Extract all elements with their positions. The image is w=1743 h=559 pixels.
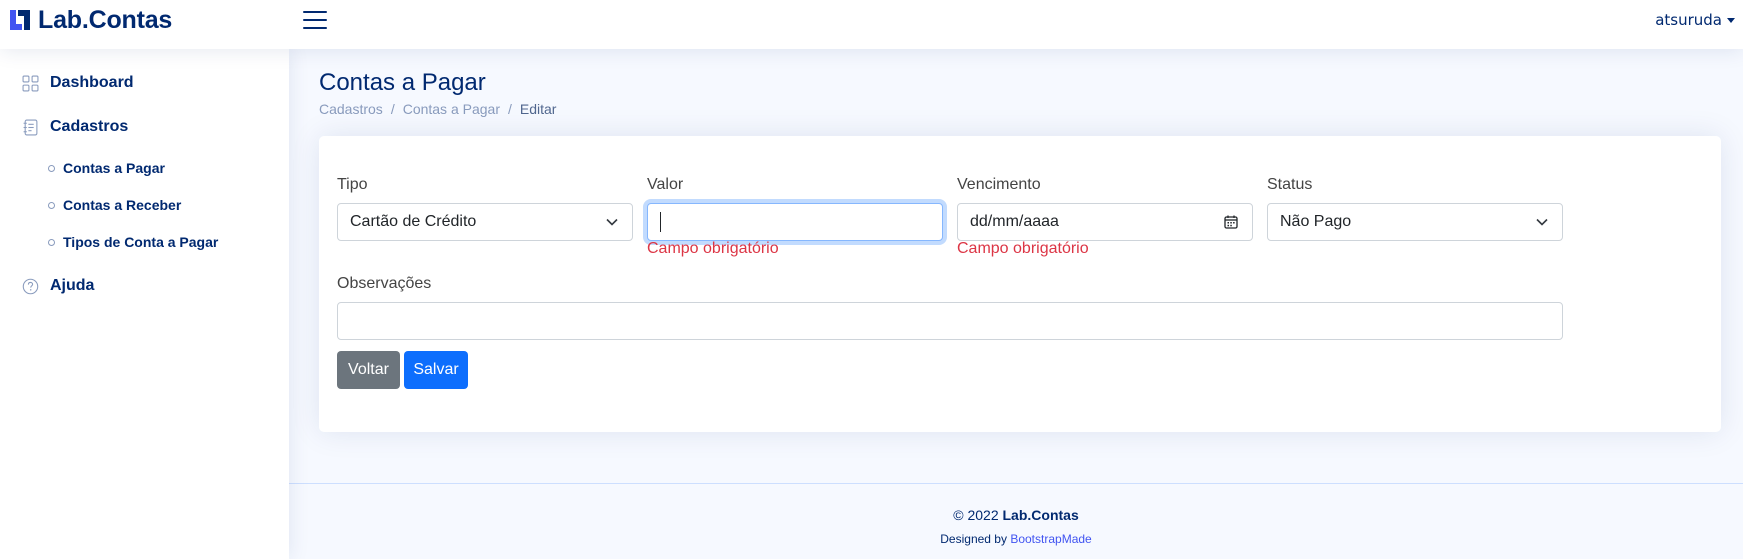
chevron-down-icon [606, 218, 618, 226]
sidebar-item-label: Ajuda [50, 277, 95, 294]
designed-by-text: Designed by [940, 532, 1007, 546]
text-cursor [660, 212, 661, 232]
vencimento-error: Campo obrigatório [957, 240, 1089, 257]
user-name: atsuruda [1655, 11, 1722, 29]
breadcrumb-separator: / [390, 101, 395, 117]
voltar-button[interactable]: Voltar [337, 351, 400, 389]
caret-down-icon [1727, 17, 1735, 23]
vencimento-date-input[interactable]: dd/mm/aaaa [957, 203, 1253, 241]
vencimento-placeholder: dd/mm/aaaa [970, 213, 1059, 230]
breadcrumb-item-contas-a-pagar[interactable]: Contas a Pagar [403, 101, 500, 117]
logo-mark-icon [10, 10, 30, 30]
main-content: Contas a Pagar Cadastros / Contas a Paga… [289, 49, 1743, 559]
sidebar-subitem-label: Contas a Receber [63, 197, 182, 213]
sidebar-subitem-label: Tipos de Conta a Pagar [63, 234, 219, 250]
grid-icon [22, 75, 39, 91]
tipo-select-value: Cartão de Crédito [350, 213, 477, 230]
breadcrumb-item-editar: Editar [519, 101, 557, 117]
brand-logo[interactable]: Lab.Contas [8, 6, 172, 34]
valor-label: Valor [647, 176, 684, 193]
question-circle-icon [22, 278, 39, 294]
footer-copyright: © 2022 Lab.Contas [289, 507, 1743, 523]
valor-error: Campo obrigatório [647, 240, 779, 257]
sidebar-item-label: Dashboard [50, 74, 134, 91]
chevron-down-icon [1536, 218, 1548, 226]
edit-form-card: Tipo Cartão de Crédito Valor Campo obrig… [319, 136, 1721, 432]
footer-divider [289, 483, 1743, 484]
sidebar-item-label: Cadastros [50, 118, 129, 135]
vencimento-label: Vencimento [957, 176, 1041, 193]
sidebar-subitem-tipos-de-conta[interactable]: Tipos de Conta a Pagar [48, 234, 218, 250]
sidebar: Dashboard Cadastros Contas a Pagar Conta… [0, 49, 289, 559]
circle-icon [48, 201, 55, 209]
status-select-value: Não Pago [1280, 213, 1352, 230]
breadcrumb-separator: / [508, 101, 512, 117]
status-select[interactable]: Não Pago [1267, 203, 1563, 241]
sidebar-subitem-label: Contas a Pagar [63, 160, 165, 176]
top-header: Lab.Contas atsuruda [0, 0, 1743, 49]
brand-name: Lab.Contas [38, 5, 173, 34]
circle-icon [48, 164, 55, 172]
breadcrumb: Cadastros / Contas a Pagar / Editar [319, 101, 556, 117]
sidebar-item-cadastros[interactable]: Cadastros [22, 118, 128, 136]
tipo-label: Tipo [337, 176, 368, 193]
salvar-button[interactable]: Salvar [404, 351, 468, 389]
page-title: Contas a Pagar [319, 69, 486, 96]
journal-text-icon [23, 119, 38, 135]
sidebar-subitem-contas-a-pagar[interactable]: Contas a Pagar [48, 160, 165, 176]
observacoes-input[interactable] [337, 302, 1563, 340]
sidebar-item-dashboard[interactable]: Dashboard [22, 74, 134, 92]
sidebar-item-ajuda[interactable]: Ajuda [22, 277, 94, 295]
breadcrumb-item-cadastros[interactable]: Cadastros [319, 101, 383, 117]
copyright-prefix: © 2022 [953, 507, 999, 523]
footer-credits: Designed by BootstrapMade [289, 532, 1743, 546]
calendar-icon[interactable] [1224, 215, 1238, 229]
sidebar-toggle-icon[interactable] [302, 8, 328, 32]
circle-icon [48, 238, 55, 246]
bootstrapmade-link[interactable]: BootstrapMade [1010, 532, 1091, 546]
user-dropdown[interactable]: atsuruda [1655, 10, 1735, 30]
tipo-select[interactable]: Cartão de Crédito [337, 203, 633, 241]
copyright-brand: Lab.Contas [1002, 507, 1079, 523]
observacoes-label: Observações [337, 275, 432, 292]
status-label: Status [1267, 176, 1313, 193]
valor-input[interactable] [647, 203, 943, 241]
sidebar-subitem-contas-a-receber[interactable]: Contas a Receber [48, 197, 181, 213]
